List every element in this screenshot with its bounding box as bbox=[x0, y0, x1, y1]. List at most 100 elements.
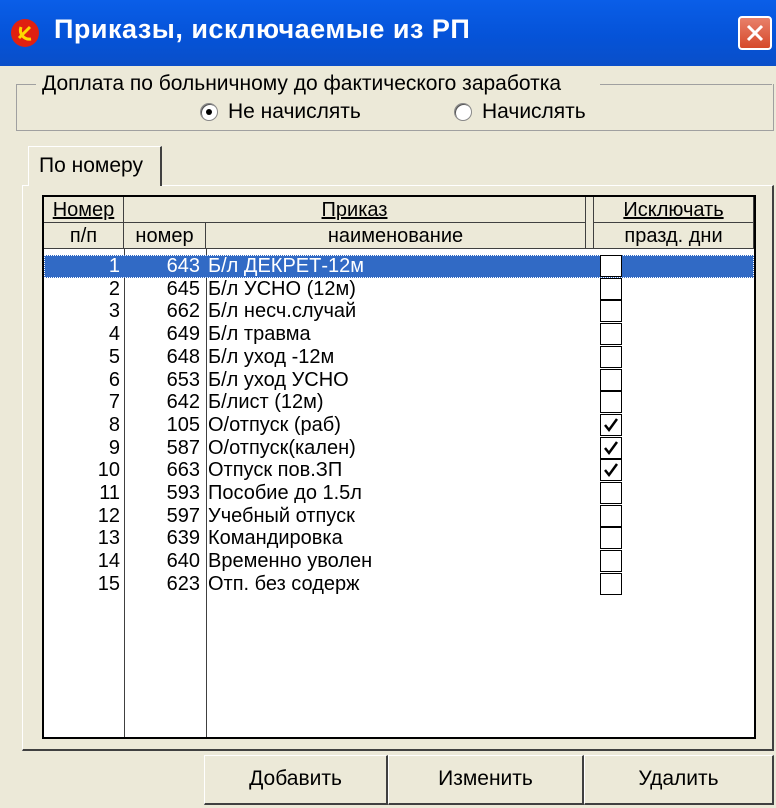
row-order-name: Отпуск пов.ЗП bbox=[208, 459, 343, 482]
row-order-code: 587 bbox=[166, 436, 200, 459]
row-order-code: 648 bbox=[166, 345, 200, 368]
exclude-holidays-checkbox[interactable] bbox=[600, 504, 622, 527]
table-row[interactable]: 1 643 Б/л ДЕКРЕТ-12м bbox=[44, 255, 754, 278]
row-order-code: 593 bbox=[166, 482, 200, 504]
row-number: 12 bbox=[97, 504, 120, 527]
row-order-code: 645 bbox=[166, 277, 200, 300]
row-order-code: 649 bbox=[166, 323, 200, 346]
row-order-name: Учебный отпуск bbox=[208, 504, 355, 527]
row-number: 11 bbox=[99, 482, 120, 504]
row-order-code: 597 bbox=[166, 504, 200, 527]
exclude-holidays-checkbox[interactable] bbox=[600, 527, 622, 550]
radio-dot bbox=[454, 103, 472, 121]
row-order-code: 623 bbox=[166, 572, 200, 595]
row-order-name: Б/л УСНО (12м) bbox=[208, 277, 356, 300]
row-order-name: Б/лист (12м) bbox=[208, 391, 324, 414]
header-exclude-top[interactable]: Исключать bbox=[594, 197, 754, 223]
header-order-name[interactable]: наименование bbox=[206, 223, 586, 249]
row-order-name: Временно уволен bbox=[208, 550, 373, 573]
table-row[interactable]: 4 649 Б/л травма bbox=[44, 323, 594, 346]
radio-label: Начислять bbox=[482, 100, 586, 123]
row-order-name: Б/л уход УСНО bbox=[208, 368, 349, 391]
table-row[interactable]: 11 593 Пособие до 1.5л bbox=[44, 482, 594, 505]
header-order-code[interactable]: номер bbox=[124, 223, 206, 249]
edit-button-label: Изменить bbox=[438, 767, 533, 790]
table-row[interactable]: 6 653 Б/л уход УСНО bbox=[44, 369, 594, 392]
close-button[interactable] bbox=[738, 16, 772, 50]
close-icon bbox=[746, 24, 764, 42]
row-number: 9 bbox=[108, 436, 120, 459]
row-number: 1 bbox=[108, 255, 120, 277]
exclude-holidays-checkbox[interactable] bbox=[600, 459, 622, 482]
row-order-code: 643 bbox=[166, 255, 200, 277]
table-row[interactable]: 5 648 Б/л уход -12м bbox=[44, 346, 594, 369]
row-number: 7 bbox=[108, 391, 120, 414]
exclude-holidays-checkbox[interactable] bbox=[600, 413, 622, 436]
row-order-name: Командировка bbox=[208, 527, 343, 550]
table-row[interactable]: 8 105 О/отпуск (раб) bbox=[44, 414, 594, 437]
exclude-holidays-checkbox[interactable] bbox=[600, 345, 622, 368]
row-order-code: 663 bbox=[166, 459, 200, 482]
row-order-name: Пособие до 1.5л bbox=[208, 482, 362, 504]
header-num-bottom[interactable]: п/п bbox=[44, 223, 124, 249]
exclude-holidays-checkbox[interactable] bbox=[600, 300, 622, 323]
row-number: 10 bbox=[97, 459, 120, 482]
radio-label: Не начислять bbox=[228, 100, 361, 123]
row-number: 14 bbox=[97, 550, 120, 573]
row-order-code: 640 bbox=[166, 550, 200, 573]
sick-pay-group-label: Доплата по больничному до фактического з… bbox=[40, 72, 564, 96]
table-row[interactable]: 12 597 Учебный отпуск bbox=[44, 505, 594, 528]
app-icon bbox=[11, 19, 39, 47]
exclude-holidays-checkbox[interactable] bbox=[600, 277, 622, 300]
row-number: 6 bbox=[108, 368, 120, 391]
tab-by-number[interactable]: По номеру bbox=[28, 146, 162, 186]
exclude-holidays-checkbox[interactable] bbox=[600, 391, 622, 414]
table-row[interactable]: 7 642 Б/лист (12м) bbox=[44, 391, 594, 414]
row-order-name: О/отпуск(кален) bbox=[208, 436, 356, 459]
delete-button[interactable]: Удалить bbox=[584, 755, 774, 805]
header-order[interactable]: Приказ bbox=[124, 197, 586, 223]
radio-no-accrue[interactable]: Не начислять bbox=[200, 100, 361, 124]
row-order-name: Б/л уход -12м bbox=[208, 345, 335, 368]
row-order-code: 662 bbox=[166, 300, 200, 323]
orders-table[interactable]: Номер п/п Приказ номер наименование Искл… bbox=[42, 195, 756, 739]
tab-label: По номеру bbox=[39, 154, 143, 177]
row-number: 4 bbox=[108, 323, 120, 346]
table-row[interactable]: 14 640 Временно уволен bbox=[44, 550, 594, 573]
exclude-holidays-checkbox[interactable] bbox=[600, 368, 622, 391]
row-number: 5 bbox=[108, 345, 120, 368]
row-number: 13 bbox=[97, 527, 120, 550]
row-order-name: Б/л несч.случай bbox=[208, 300, 357, 323]
table-row[interactable]: 2 645 Б/л УСНО (12м) bbox=[44, 278, 594, 301]
add-button-label: Добавить bbox=[249, 767, 342, 790]
row-order-code: 639 bbox=[166, 527, 200, 550]
row-order-code: 642 bbox=[166, 391, 200, 414]
row-number: 2 bbox=[108, 277, 120, 300]
header-exclude-bottom[interactable]: празд. дни bbox=[594, 223, 754, 249]
edit-button[interactable]: Изменить bbox=[388, 755, 584, 805]
radio-dot bbox=[200, 103, 218, 121]
add-button[interactable]: Добавить bbox=[204, 755, 388, 805]
exclude-holidays-checkbox[interactable] bbox=[600, 255, 622, 277]
exclude-holidays-checkbox[interactable] bbox=[600, 550, 622, 573]
checkmark-icon bbox=[604, 418, 619, 432]
exclude-holidays-checkbox[interactable] bbox=[600, 572, 622, 595]
table-row[interactable]: 13 639 Командировка bbox=[44, 527, 594, 550]
row-order-code: 105 bbox=[166, 413, 200, 436]
window-title: Приказы, исключаемые из РП bbox=[54, 14, 471, 44]
header-num-top[interactable]: Номер bbox=[44, 197, 124, 223]
row-number: 15 bbox=[97, 572, 120, 595]
table-row[interactable]: 10 663 Отпуск пов.ЗП bbox=[44, 459, 594, 482]
row-number: 3 bbox=[108, 300, 120, 323]
radio-accrue[interactable]: Начислять bbox=[454, 100, 586, 124]
title-bar[interactable]: Приказы, исключаемые из РП bbox=[0, 0, 776, 66]
exclude-holidays-checkbox[interactable] bbox=[600, 323, 622, 346]
exclude-holidays-checkbox[interactable] bbox=[600, 436, 622, 459]
row-order-name: Отп. без содерж bbox=[208, 572, 360, 595]
row-order-name: Б/л травма bbox=[208, 323, 311, 346]
table-row[interactable]: 15 623 Отп. без содерж bbox=[44, 573, 594, 596]
table-row[interactable]: 9 587 О/отпуск(кален) bbox=[44, 437, 594, 460]
table-row[interactable]: 3 662 Б/л несч.случай bbox=[44, 300, 594, 323]
exclude-holidays-checkbox[interactable] bbox=[600, 482, 622, 504]
row-order-code: 653 bbox=[166, 368, 200, 391]
